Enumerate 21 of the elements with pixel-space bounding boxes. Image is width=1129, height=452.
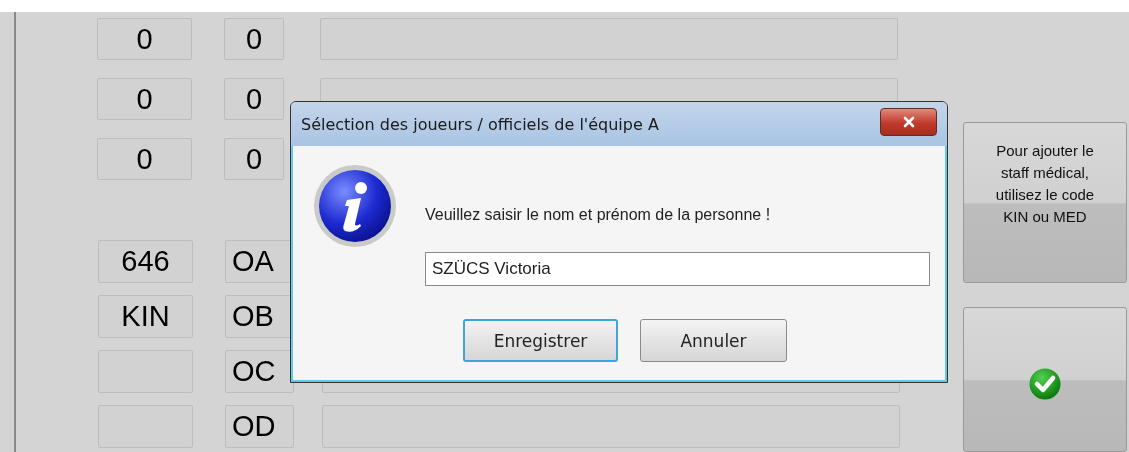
- checkmark-icon: [1029, 367, 1061, 400]
- number-field[interactable]: 0: [97, 78, 192, 120]
- info-button[interactable]: Pour ajouter le staff médical, utilisez le code KIN ou MED: [963, 122, 1127, 283]
- close-button[interactable]: [880, 108, 937, 136]
- code-field[interactable]: OD: [225, 405, 294, 448]
- number-field[interactable]: 0: [97, 18, 192, 60]
- info-icon: [313, 164, 397, 248]
- dialog-button[interactable]: Annuler: [640, 319, 787, 362]
- name-input[interactable]: SZÜCS Victoria: [425, 252, 930, 286]
- code-field[interactable]: 0: [224, 138, 284, 180]
- code-field[interactable]: 0: [224, 18, 284, 60]
- number-field[interactable]: KIN: [98, 295, 193, 338]
- number-field[interactable]: 646: [98, 240, 193, 283]
- code-field[interactable]: OC: [225, 350, 294, 393]
- confirm-button[interactable]: [963, 307, 1127, 452]
- close-icon: [901, 116, 916, 128]
- dialog-button[interactable]: Enregistrer: [463, 319, 618, 362]
- dialog-message: Veuillez saisir le nom et prénom de la personne !: [425, 206, 772, 225]
- code-field[interactable]: 0: [224, 78, 284, 120]
- number-field[interactable]: 0: [97, 138, 192, 180]
- dialog-title: Sélection des joueurs / officiels de l'équipe A: [301, 114, 659, 134]
